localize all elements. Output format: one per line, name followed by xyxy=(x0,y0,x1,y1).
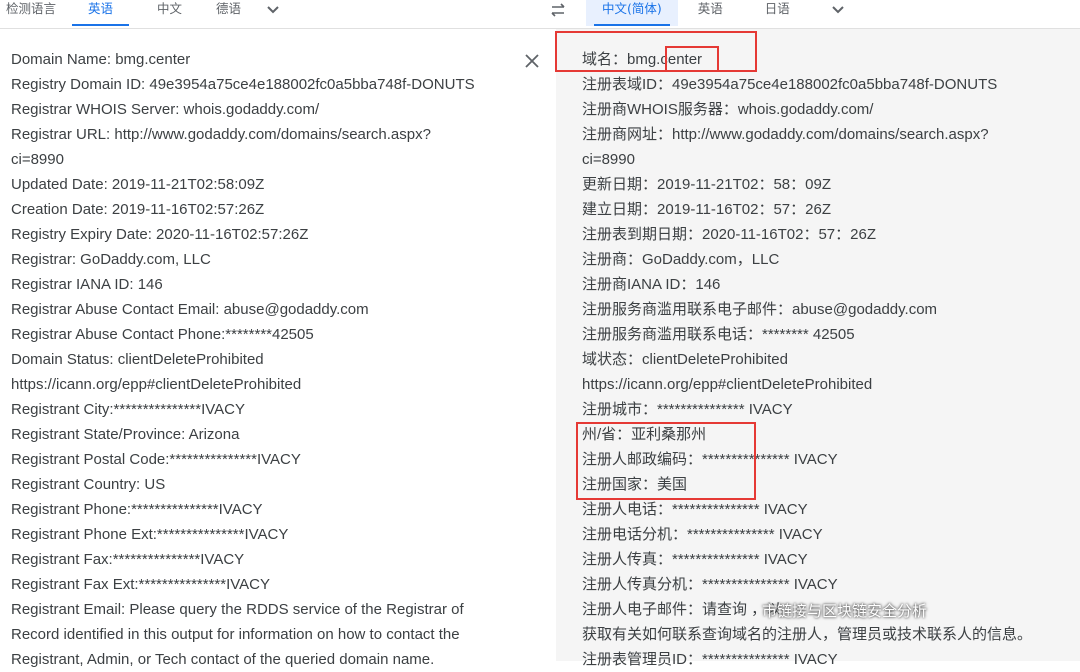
target-more-languages-button[interactable] xyxy=(826,0,850,20)
source-line: Registrar WHOIS Server: whois.godaddy.co… xyxy=(11,101,320,118)
source-line: Registrar Abuse Contact Phone:********42… xyxy=(11,326,314,343)
translated-line: 域状态：clientDeleteProhibited xyxy=(582,351,788,368)
source-line: Registrant Phone:***************IVACY xyxy=(11,501,263,518)
chevron-down-icon xyxy=(832,6,844,14)
translated-line: 注册表域ID：49e3954a75ce4e188002fc0a5bba748f-… xyxy=(582,76,998,93)
translated-line: 州/省：亚利桑那州 xyxy=(582,426,707,443)
source-line: Registrar URL: http://www.godaddy.com/do… xyxy=(11,126,431,143)
source-more-languages-button[interactable] xyxy=(261,0,285,20)
source-line: Domain Status: clientDeleteProhibited xyxy=(11,351,264,368)
source-line: Registrant Fax:***************IVACY xyxy=(11,551,245,568)
swap-languages-icon xyxy=(551,3,565,17)
tab-source-german[interactable]: 德语 xyxy=(202,0,255,26)
source-language-tabs: 检测语言 英语 中文 德语 xyxy=(0,0,285,28)
translated-line: https://icann.org/epp#clientDeleteProhib… xyxy=(582,376,873,393)
translated-line: 注册国家：美国 xyxy=(582,476,688,493)
translated-line: 更新日期：2019-11-21T02：58：09Z xyxy=(582,176,831,193)
translated-text: 域名：bmg.center 注册表域ID：49e3954a75ce4e188002… xyxy=(582,47,1032,672)
source-line: Registrar Abuse Contact Email: abuse@god… xyxy=(11,301,369,318)
source-line: Record identified in this output for inf… xyxy=(11,626,460,643)
translated-line: 注册人电话：*************** IVACY xyxy=(582,501,808,518)
tab-target-japanese[interactable]: 日语 xyxy=(743,0,812,26)
translated-line: 建立日期：2019-11-16T02：57：26Z xyxy=(582,201,831,218)
target-language-tabs: 中文(简体) 英语 日语 xyxy=(586,0,850,28)
source-line: Registry Domain ID: 49e3954a75ce4e188002… xyxy=(11,76,475,93)
source-line: Domain Name: bmg.center xyxy=(11,51,191,68)
source-line: Registrar IANA ID: 146 xyxy=(11,276,163,293)
swap-languages-button[interactable] xyxy=(546,0,570,20)
source-line: Registrant Country: US xyxy=(11,476,166,493)
source-line: Registrant Phone Ext:***************IVAC… xyxy=(11,526,289,543)
translated-line: 注册人传真分机：*************** IVACY xyxy=(582,576,838,593)
source-line: Registrant Postal Code:***************IV… xyxy=(11,451,301,468)
chevron-down-icon xyxy=(267,6,279,14)
tab-source-chinese[interactable]: 中文 xyxy=(137,0,202,26)
translated-line: 注册商网址：http://www.godaddy.com/domains/sea… xyxy=(582,126,989,143)
translated-line: 注册电话分机：*************** IVACY xyxy=(582,526,823,543)
translated-line: 注册服务商滥用联系电子邮件：abuse@godaddy.com xyxy=(582,301,938,318)
translated-line: 注册表到期日期：2020-11-16T02：57：26Z xyxy=(582,226,876,243)
source-line: Registrant Email: Please query the RDDS … xyxy=(11,601,464,618)
translated-line: 获取有关如何联系查询域名的注册人，管理员或技术联系人的信息。 xyxy=(582,626,1033,643)
translated-line: 注册表管理员ID：*************** IVACY xyxy=(582,651,838,668)
translated-line: 注册人传真：*************** IVACY xyxy=(582,551,808,568)
source-line: Registrant City:***************IVACY xyxy=(11,401,245,418)
source-text-pane[interactable]: Domain Name: bmg.center Registry Domain I… xyxy=(0,29,556,668)
translated-line: 注册商WHOIS服务器：whois.godaddy.com/ xyxy=(582,101,874,118)
source-line: Registry Expiry Date: 2020-11-16T02:57:2… xyxy=(11,226,309,243)
source-line: https://icann.org/epp#clientDeleteProhib… xyxy=(11,376,302,393)
translated-line: 注册人邮政编码：*************** IVACY xyxy=(582,451,838,468)
translated-line: 注册城市：*************** IVACY xyxy=(582,401,793,418)
tab-target-chinese-simplified[interactable]: 中文(简体) xyxy=(586,0,678,26)
source-line: Updated Date: 2019-11-21T02:58:09Z xyxy=(11,176,265,193)
source-text[interactable]: Domain Name: bmg.center Registry Domain I… xyxy=(11,47,475,672)
close-icon xyxy=(525,54,539,68)
watermark-text: 市链接与区块链安全分析 xyxy=(762,602,928,620)
translation-pane: 域名：bmg.center 注册表域ID：49e3954a75ce4e188002… xyxy=(556,29,1080,668)
source-line: Registrant Fax Ext:***************IVACY xyxy=(11,576,271,593)
tab-target-english[interactable]: 英语 xyxy=(678,0,743,26)
tab-detect-language[interactable]: 检测语言 xyxy=(0,0,64,26)
translated-line: ci=8990 xyxy=(582,151,635,168)
source-line: Registrar: GoDaddy.com, LLC xyxy=(11,251,211,268)
source-line: Registrant State/Province: Arizona xyxy=(11,426,240,443)
source-line: Registrant, Admin, or Tech contact of th… xyxy=(11,651,435,668)
language-bar: 检测语言 英语 中文 德语 中文(简体) 英语 日语 xyxy=(0,0,1080,29)
translated-line: 注册商IANA ID：146 xyxy=(582,276,721,293)
tab-source-english[interactable]: 英语 xyxy=(64,0,137,26)
translated-line: 注册商：GoDaddy.com，LLC xyxy=(582,251,780,268)
translated-line: 域名：bmg.center xyxy=(582,51,703,68)
source-line: Creation Date: 2019-11-16T02:57:26Z xyxy=(11,201,265,218)
source-line: ci=8990 xyxy=(11,151,64,168)
translated-line: 注册服务商滥用联系电话：******** 42505 xyxy=(582,326,855,343)
clear-source-button[interactable] xyxy=(520,49,544,73)
